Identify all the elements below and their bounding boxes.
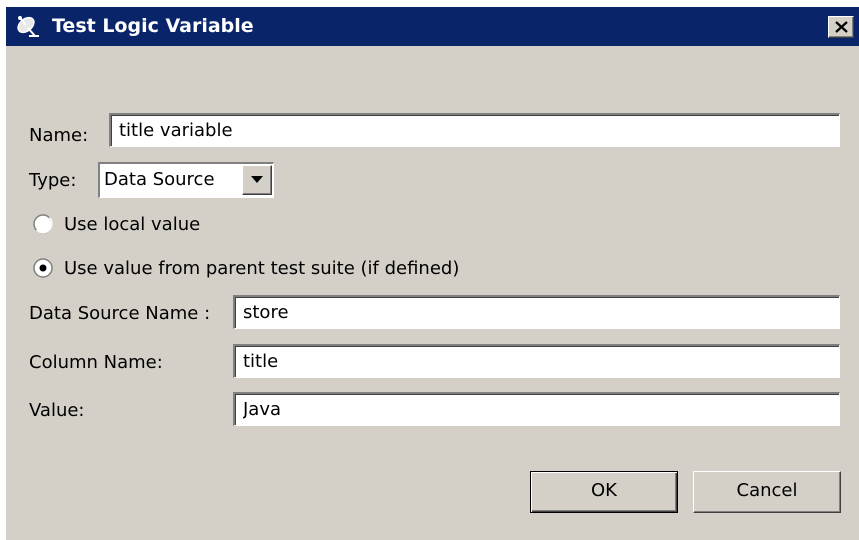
datasource-name-field[interactable] [233,295,840,329]
radio-use-local[interactable] [33,214,53,234]
satellite-dish-icon [15,14,41,38]
value-label: Value: [29,400,85,421]
ok-button[interactable]: OK [530,471,678,513]
window-title: Test Logic Variable [52,15,254,37]
value-field[interactable] [233,392,840,426]
radio-use-parent-label[interactable]: Use value from parent test suite (if def… [64,258,459,280]
column-name-field[interactable] [233,344,840,378]
radio-use-parent[interactable] [33,258,53,278]
close-button[interactable] [828,16,854,38]
type-selected-value: Data Source [104,169,215,190]
column-name-label: Column Name: [29,352,163,373]
cancel-button[interactable]: Cancel [693,471,841,513]
radio-use-local-label[interactable]: Use local value [64,214,200,236]
datasource-name-label: Data Source Name : [29,303,211,324]
dialog-window: Test Logic Variable Name: Type: Data Sou… [5,6,859,540]
type-label: Type: [29,170,77,191]
name-field[interactable] [109,113,840,147]
title-bar[interactable]: Test Logic Variable [6,7,859,46]
type-dropdown[interactable]: Data Source [98,162,274,198]
name-label: Name: [29,125,89,146]
type-dropdown-button[interactable] [242,165,272,195]
